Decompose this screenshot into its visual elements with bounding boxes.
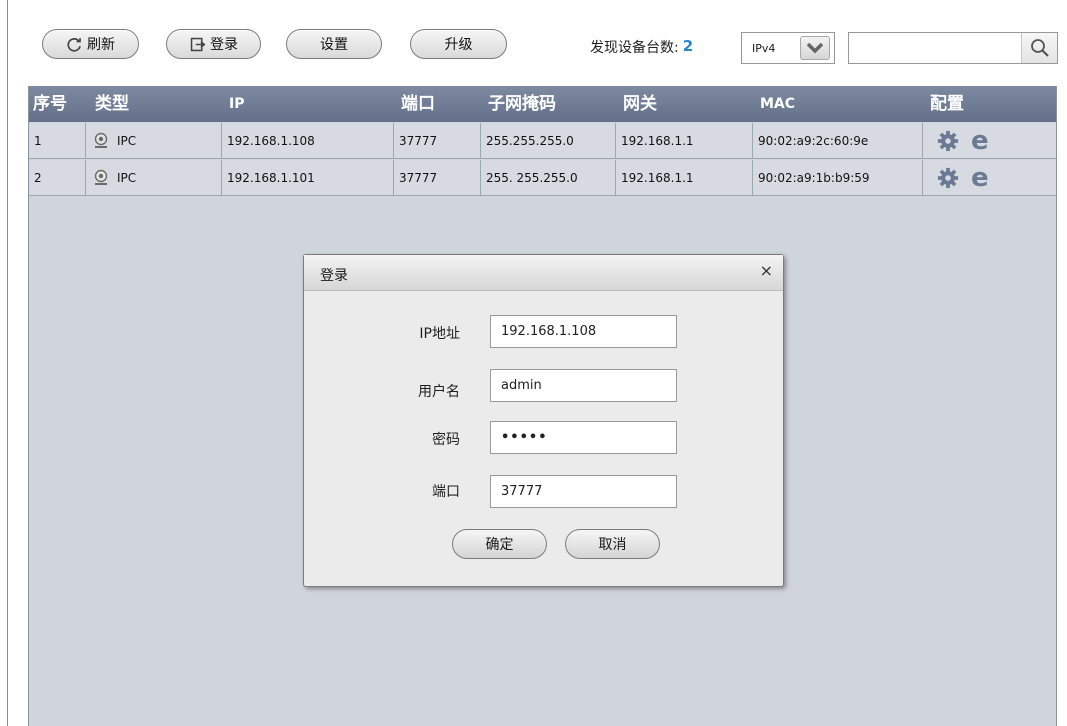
- username-label: 用户名: [418, 384, 460, 400]
- close-icon[interactable]: ×: [760, 261, 773, 280]
- ip-address-label: IP地址: [419, 326, 460, 342]
- upgrade-label: 升级: [444, 37, 473, 53]
- cell-gateway: 192.168.1.1: [616, 160, 753, 196]
- settings-label: 设置: [320, 37, 348, 53]
- cell-type: IPC: [86, 160, 222, 196]
- port-field[interactable]: 37777: [490, 475, 677, 508]
- window-frame-edge: [7, 0, 8, 726]
- refresh-icon: [67, 37, 81, 52]
- column-header-config: 配置: [930, 94, 964, 114]
- password-label: 密码: [432, 432, 460, 448]
- column-header-gateway: 网关: [623, 94, 657, 114]
- search-box: [848, 32, 1058, 64]
- toolbar: 刷新 登录 设置 升级 发现设备台数: 2 IPv4: [28, 24, 1067, 64]
- found-devices-count: 2: [682, 37, 694, 55]
- column-header-subnet-mask: 子网掩码: [488, 94, 556, 114]
- chevron-down-icon[interactable]: [800, 36, 830, 60]
- cell-mac: 90:02:a9:2c:60:9e: [753, 123, 923, 159]
- cell-port: 37777: [394, 160, 481, 196]
- password-field[interactable]: •••••: [490, 421, 677, 454]
- search-button[interactable]: [1021, 33, 1057, 63]
- device-count: 发现设备台数: 2: [590, 37, 693, 57]
- port-label: 端口: [432, 484, 460, 500]
- search-icon: [1030, 39, 1049, 57]
- login-dialog: 登录 × IP地址 192.168.1.108 用户名 admin 密码 •••…: [303, 254, 784, 587]
- column-header-index: 序号: [33, 94, 67, 114]
- username-field[interactable]: admin: [490, 369, 677, 402]
- column-header-port: 端口: [401, 94, 435, 114]
- refresh-label: 刷新: [87, 37, 115, 53]
- camera-icon: [94, 132, 108, 148]
- cell-subnet-mask: 255. 255.255.0: [481, 160, 616, 196]
- ip-version-select[interactable]: IPv4: [741, 32, 835, 64]
- settings-button[interactable]: 设置: [286, 29, 382, 59]
- browser-e-icon[interactable]: e: [971, 123, 989, 159]
- cell-type-label: IPC: [117, 134, 137, 148]
- cell-type: IPC: [86, 123, 222, 159]
- cell-config: e: [923, 123, 1058, 159]
- gear-icon[interactable]: [937, 130, 959, 152]
- column-header-ip: IP: [229, 96, 245, 112]
- cell-ip: 192.168.1.108: [222, 123, 394, 159]
- confirm-button[interactable]: 确定: [452, 529, 547, 559]
- column-header-type: 类型: [95, 94, 129, 114]
- table-header: 序号 类型 IP 端口 子网掩码 网关 MAC 配置: [29, 86, 1056, 122]
- camera-icon: [94, 169, 108, 185]
- table-row[interactable]: 1 IPC 192.168.1.108 37777 255.255.255.0 …: [29, 123, 1056, 159]
- cell-gateway: 192.168.1.1: [616, 123, 753, 159]
- found-devices-label: 发现设备台数:: [590, 40, 679, 56]
- ip-version-value: IPv4: [752, 41, 776, 55]
- cell-subnet-mask: 255.255.255.0: [481, 123, 616, 159]
- gear-icon[interactable]: [937, 167, 959, 189]
- cell-mac: 90:02:a9:1b:b9:59: [753, 160, 923, 196]
- cell-type-label: IPC: [117, 171, 137, 185]
- upgrade-button[interactable]: 升级: [410, 29, 507, 59]
- table-row[interactable]: 2 IPC 192.168.1.101 37777 255. 255.255.0…: [29, 160, 1056, 196]
- dialog-title-bar[interactable]: 登录 ×: [304, 255, 783, 291]
- login-icon: [190, 37, 206, 51]
- dialog-title: 登录: [320, 268, 348, 284]
- cell-index: 1: [29, 123, 86, 159]
- refresh-button[interactable]: 刷新: [42, 29, 139, 59]
- cell-port: 37777: [394, 123, 481, 159]
- search-input[interactable]: [849, 33, 1021, 63]
- cell-index: 2: [29, 160, 86, 196]
- login-button[interactable]: 登录: [166, 29, 261, 59]
- ip-address-field[interactable]: 192.168.1.108: [490, 315, 677, 348]
- browser-e-icon[interactable]: e: [971, 160, 989, 196]
- column-header-mac: MAC: [760, 96, 796, 112]
- login-label: 登录: [210, 37, 238, 53]
- cell-ip: 192.168.1.101: [222, 160, 394, 196]
- cell-config: e: [923, 160, 1058, 196]
- cancel-button[interactable]: 取消: [565, 529, 660, 559]
